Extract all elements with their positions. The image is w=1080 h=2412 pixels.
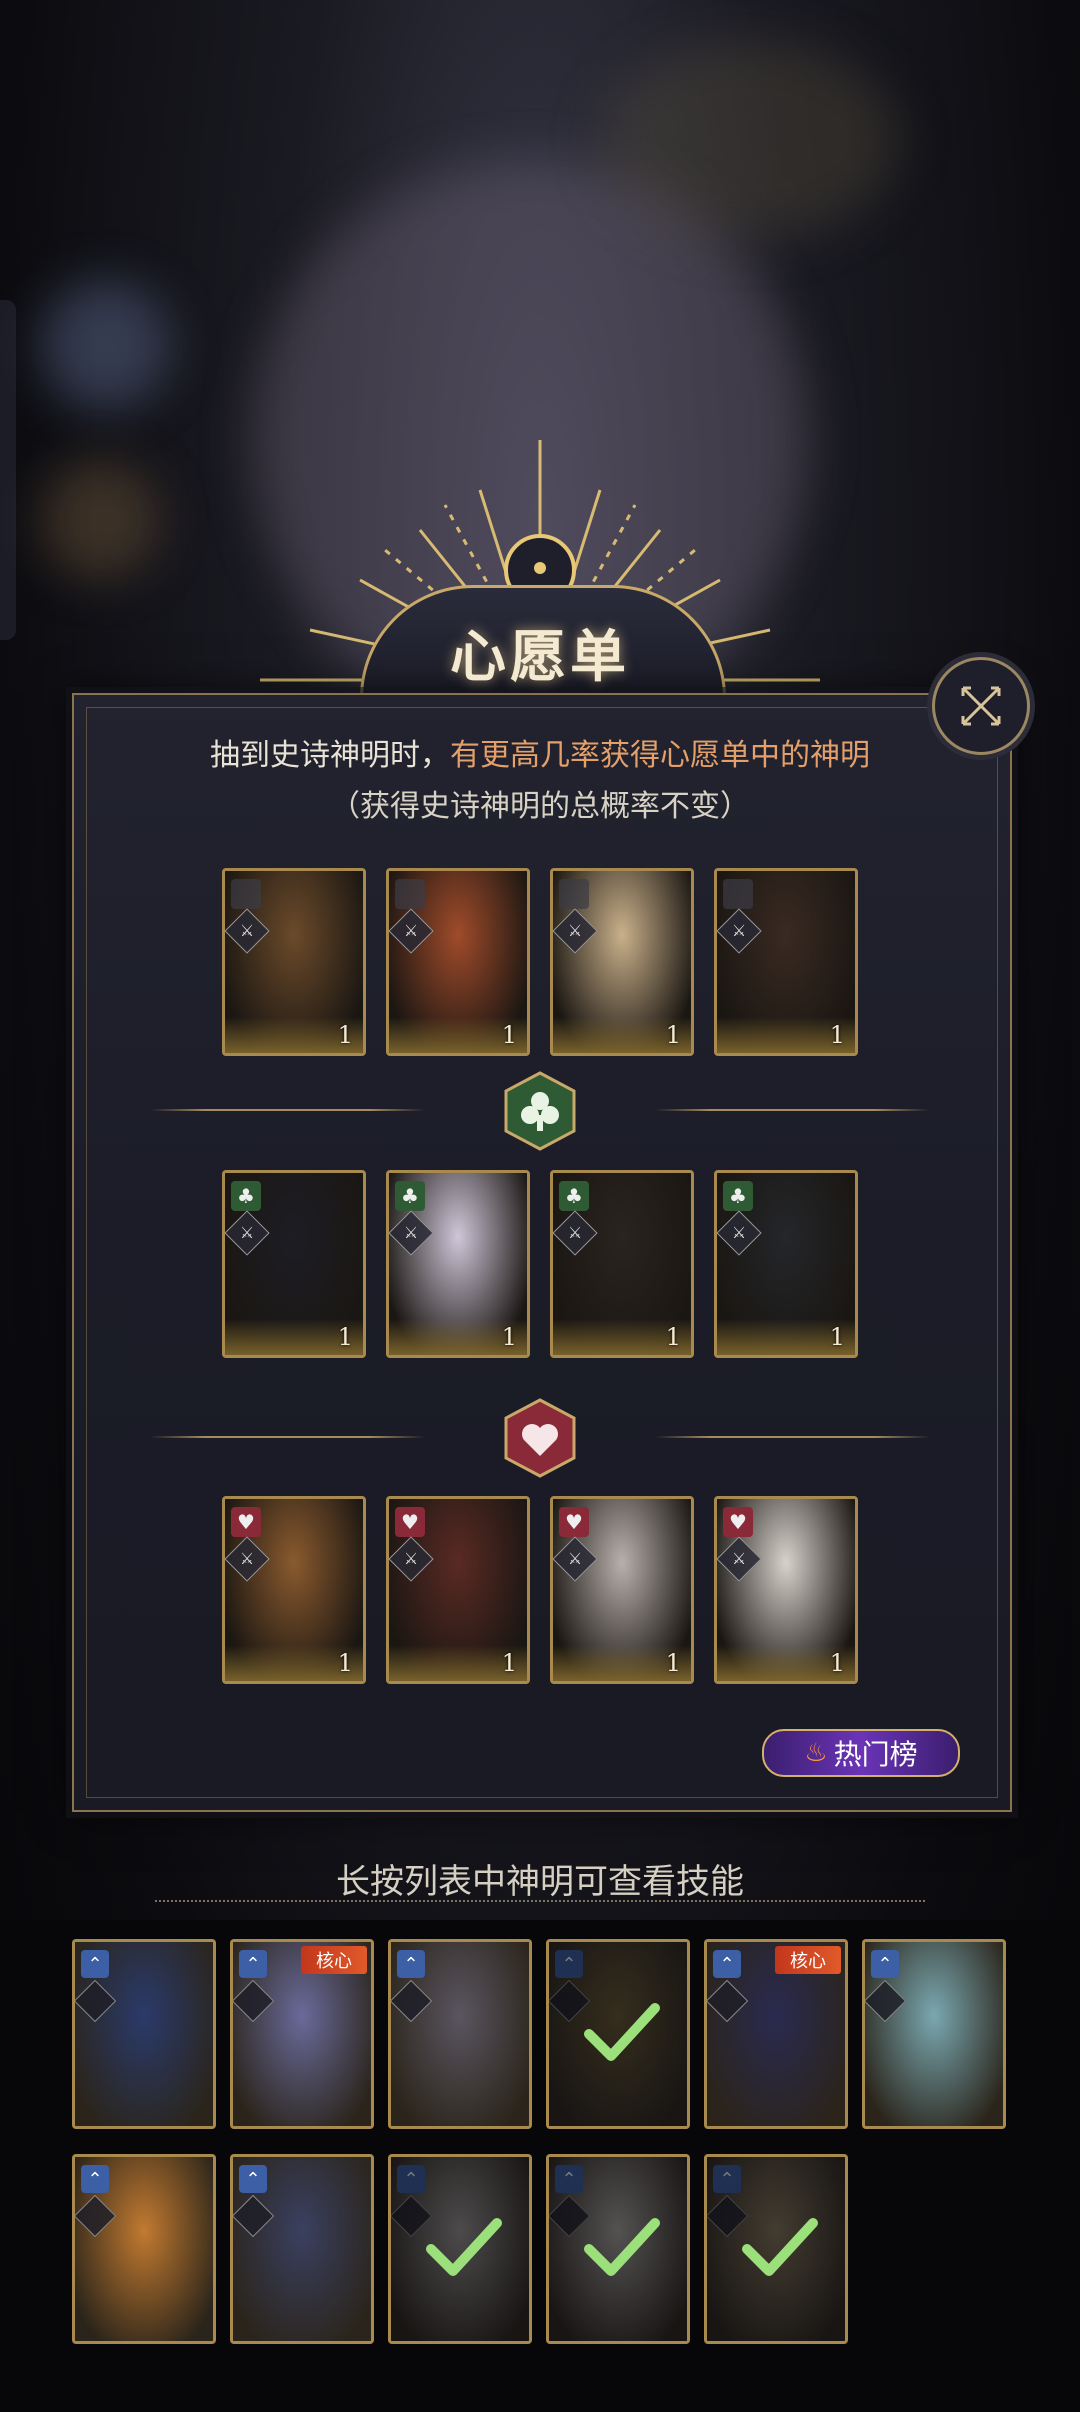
god-card[interactable]: ⌃	[546, 2154, 690, 2344]
wishlist-card[interactable]: ♣ ⚔ 1	[222, 1170, 366, 1358]
card-count: 1	[501, 1323, 517, 1351]
club-suit-icon: ♣	[231, 1181, 261, 1211]
hint-divider	[155, 1900, 925, 1902]
card-count: 1	[337, 1323, 353, 1351]
heart-suit-icon: ♥	[395, 1507, 425, 1537]
heart-divider-right	[655, 1436, 930, 1438]
rank-chevron-icon: ⌃	[397, 1950, 425, 1978]
heart-suit-icon: ♥	[231, 1507, 261, 1537]
club-suit-icon: ♣	[559, 1181, 589, 1211]
card-count: 1	[501, 1649, 517, 1677]
god-card[interactable]: ⌃	[388, 1939, 532, 2129]
god-card[interactable]: ⌃	[72, 1939, 216, 2129]
club-divider-left	[150, 1109, 425, 1111]
check-icon	[426, 2218, 502, 2276]
page-title: 心愿单	[450, 624, 630, 690]
club-suit-icon	[504, 1071, 576, 1151]
hot-list-label: 热门榜	[833, 1738, 918, 1771]
long-press-hint: 长按列表中神明可查看技能	[336, 1862, 744, 1902]
core-badge: 核心	[301, 1946, 367, 1974]
card-count: 1	[337, 1649, 353, 1677]
faction-icon	[559, 879, 589, 909]
heart-suit-icon: ♥	[559, 1507, 589, 1537]
card-count: 1	[829, 1323, 845, 1351]
god-card[interactable]: ⌃	[388, 2154, 532, 2344]
probability-note: （获得史诗神明的总概率不变）	[330, 789, 750, 824]
card-count: 1	[829, 1649, 845, 1677]
close-icon	[961, 686, 1001, 726]
rank-chevron-icon: ⌃	[239, 2165, 267, 2193]
wishlist-card[interactable]: ♣ ⚔ 1	[550, 1170, 694, 1358]
wishlist-card[interactable]: ♣ ⚔ 1	[714, 1170, 858, 1358]
club-divider-right	[655, 1109, 930, 1111]
faction-icon	[231, 879, 261, 909]
wishlist-panel	[72, 693, 1012, 1812]
faction-icon	[723, 879, 753, 909]
wishlist-card[interactable]: ♥ ⚔ 1	[222, 1496, 366, 1684]
description-text: 抽到史诗神明时，	[210, 738, 450, 773]
flame-icon: ♨	[804, 1738, 828, 1768]
god-card[interactable]: ⌃ 核心	[230, 1939, 374, 2129]
hot-list-button[interactable]: ♨ 热门榜	[762, 1729, 960, 1777]
club-suit-icon: ♣	[395, 1181, 425, 1211]
wishlist-card[interactable]: ⚔ 1	[550, 868, 694, 1056]
wishlist-description: 抽到史诗神明时，有更高几率获得心愿单中的神明	[72, 730, 1008, 774]
heart-suit-icon	[504, 1398, 576, 1478]
rank-chevron-icon: ⌃	[81, 2165, 109, 2193]
wishlist-card[interactable]: ⚔ 1	[386, 868, 530, 1056]
wishlist-card[interactable]: ♣ ⚔ 1	[386, 1170, 530, 1358]
core-badge: 核心	[775, 1946, 841, 1974]
card-count: 1	[665, 1021, 681, 1049]
card-count: 1	[665, 1649, 681, 1677]
description-highlight: 有更高几率获得心愿单中的神明	[450, 738, 870, 773]
rank-chevron-icon: ⌃	[713, 1950, 741, 1978]
god-card[interactable]: ⌃ 核心	[704, 1939, 848, 2129]
card-count: 1	[665, 1323, 681, 1351]
core-badge-label: 核心	[316, 1951, 352, 1972]
wishlist-card[interactable]: ♥ ⚔ 1	[714, 1496, 858, 1684]
faction-icon	[395, 879, 425, 909]
wishlist-card[interactable]: ⚔ 1	[222, 868, 366, 1056]
check-icon	[584, 2218, 660, 2276]
god-card[interactable]: ⌃	[704, 2154, 848, 2344]
club-suit-icon: ♣	[723, 1181, 753, 1211]
rank-chevron-icon: ⌃	[239, 1950, 267, 1978]
card-count: 1	[337, 1021, 353, 1049]
wishlist-card[interactable]: ♥ ⚔ 1	[386, 1496, 530, 1684]
check-icon	[584, 2003, 660, 2061]
god-card[interactable]: ⌃	[546, 1939, 690, 2129]
rank-chevron-icon: ⌃	[871, 1950, 899, 1978]
god-card[interactable]: ⌃	[72, 2154, 216, 2344]
god-card[interactable]: ⌃	[862, 1939, 1006, 2129]
card-count: 1	[829, 1021, 845, 1049]
god-card[interactable]: ⌃	[230, 2154, 374, 2344]
rank-chevron-icon: ⌃	[81, 1950, 109, 1978]
wishlist-card[interactable]: ⚔ 1	[714, 868, 858, 1056]
heart-suit-icon: ♥	[723, 1507, 753, 1537]
check-icon	[742, 2218, 818, 2276]
core-badge-label: 核心	[790, 1951, 826, 1972]
side-tab[interactable]	[0, 300, 16, 640]
wishlist-card[interactable]: ♥ ⚔ 1	[550, 1496, 694, 1684]
heart-divider-left	[150, 1436, 425, 1438]
card-count: 1	[501, 1021, 517, 1049]
